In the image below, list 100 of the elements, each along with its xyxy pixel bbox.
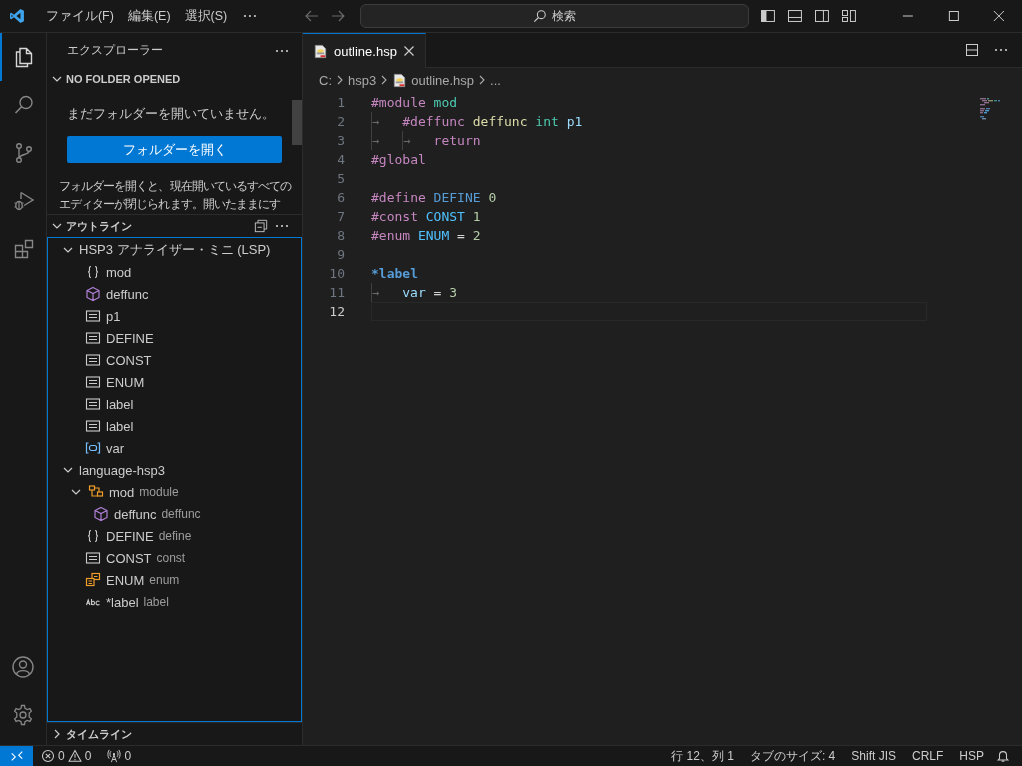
line-number: 12 <box>328 304 345 319</box>
outline-detail: label <box>143 595 169 609</box>
code-token: *label <box>371 266 418 281</box>
app-logo-icon <box>9 8 25 24</box>
outline-item[interactable]: CONST <box>48 349 301 371</box>
outline-item[interactable]: *label label <box>48 591 301 613</box>
status-item[interactable]: CRLF <box>903 749 952 763</box>
section-title: タイムライン <box>66 726 132 742</box>
outline-item[interactable]: mod module <box>48 481 301 503</box>
outline-item[interactable]: label <box>48 393 301 415</box>
line-number: 4 <box>336 152 345 167</box>
outline-label: CONST <box>106 550 152 566</box>
chevron-icon <box>336 74 344 86</box>
outline-detail: const <box>156 551 186 565</box>
breadcrumb[interactable]: outline.hsp <box>411 72 475 88</box>
remote-button[interactable] <box>0 746 33 766</box>
breadcrumb[interactable]: ... <box>490 72 501 88</box>
forward-arrow-icon[interactable] <box>329 8 346 24</box>
split-editor-icon[interactable] <box>964 42 980 58</box>
editor-tab[interactable]: outline.hsp <box>303 33 426 68</box>
outline-label: mod <box>109 484 135 500</box>
outline-item[interactable]: DEFINE define <box>48 525 301 547</box>
tab-marker: → <box>403 134 411 148</box>
sidebar-layout-icon[interactable] <box>760 8 777 24</box>
problems-status[interactable]: 0 0 <box>33 749 100 763</box>
status-item[interactable]: 行 12、列 1 <box>663 747 742 765</box>
line-number: 9 <box>336 247 345 262</box>
close-icon[interactable] <box>402 45 415 57</box>
ports-count: 0 <box>124 749 132 763</box>
section-header[interactable]: アウトライン <box>47 214 302 237</box>
ports-status[interactable]: 0 <box>99 749 140 763</box>
status-item[interactable]: HSP <box>951 749 992 763</box>
extensions-icon <box>12 237 36 261</box>
section-header[interactable]: NO FOLDER OPENED <box>47 68 302 90</box>
section-header[interactable]: タイムライン <box>47 722 302 745</box>
code-token: #const <box>371 209 418 224</box>
braces-icon <box>85 264 101 280</box>
tab-marker: → <box>372 286 380 300</box>
collapse-all-icon[interactable] <box>254 219 268 233</box>
outline-item[interactable]: deffunc deffunc <box>48 503 301 525</box>
status-item[interactable]: Shift JIS <box>843 749 904 763</box>
outline-detail: module <box>139 485 179 499</box>
outline-item[interactable]: HSP3 アナライザー・ミニ (LSP) <box>48 239 301 261</box>
menu-item[interactable]: 選択(S) <box>177 7 235 25</box>
settings-icon[interactable] <box>11 703 35 727</box>
run-debug-icon <box>12 189 36 213</box>
code-token: #module <box>371 95 426 110</box>
line-number: 10 <box>328 266 345 281</box>
account-icon[interactable] <box>11 655 35 679</box>
scrollbar-thumb[interactable] <box>292 100 302 145</box>
breadcrumb[interactable]: hsp3 <box>348 72 377 88</box>
field-icon <box>85 308 101 324</box>
outline-label: language-hsp3 <box>79 462 166 478</box>
code-token: = <box>433 285 442 300</box>
open-folder-button[interactable]: フォルダーを開く <box>67 136 282 163</box>
outline-item[interactable]: mod <box>48 261 301 283</box>
code-token: = <box>457 228 465 243</box>
code-token: #enum <box>371 228 411 243</box>
code-token: return <box>433 133 481 148</box>
section-title: NO FOLDER OPENED <box>66 73 181 85</box>
code-token: #define <box>371 190 426 205</box>
outline-label: ENUM <box>106 374 145 390</box>
line-number: 5 <box>336 171 345 186</box>
menu-item[interactable]: ファイル(F) <box>38 7 121 25</box>
menu-item[interactable]: 編集(E) <box>120 7 178 25</box>
outline-item[interactable]: CONST const <box>48 547 301 569</box>
description-text: フォルダーを開くと、現在開いているすべてのエディターが閉じられます。開いたままにす <box>59 178 293 213</box>
panel-layout-icon[interactable] <box>787 8 804 24</box>
outline-item[interactable]: p1 <box>48 305 301 327</box>
outline-label: deffunc <box>114 506 157 522</box>
secondary-sidebar-icon[interactable] <box>814 8 831 24</box>
search-icon <box>533 9 547 23</box>
outline-item[interactable]: language-hsp3 <box>48 459 301 481</box>
outline-item[interactable]: var <box>48 437 301 459</box>
outline-label: mod <box>106 264 132 280</box>
status-item[interactable]: タブのサイズ: 4 <box>741 747 844 765</box>
outline-item[interactable]: DEFINE <box>48 327 301 349</box>
line-number: 3 <box>336 133 345 148</box>
outline-item[interactable]: label <box>48 415 301 437</box>
breadcrumb[interactable]: C: <box>319 72 332 88</box>
chevron-icon <box>380 74 389 86</box>
outline-label: DEFINE <box>106 330 154 346</box>
line-number: 8 <box>336 228 345 243</box>
outline-item[interactable]: ENUM enum <box>48 569 301 591</box>
chevron-icon <box>478 74 487 86</box>
code-token: var <box>402 285 426 300</box>
layout-grid-icon[interactable] <box>841 8 857 24</box>
warning-icon <box>67 749 82 763</box>
cube-icon <box>93 506 109 522</box>
empty-message: まだフォルダーを開いていません。 <box>67 105 276 123</box>
file-icon <box>313 43 328 59</box>
outline-item[interactable]: deffunc <box>48 283 301 305</box>
back-arrow-icon[interactable] <box>303 8 320 24</box>
antenna-icon <box>107 749 122 763</box>
outline-item[interactable]: ENUM <box>48 371 301 393</box>
line-number: 11 <box>328 285 345 300</box>
braces-icon <box>85 528 101 544</box>
bell-icon[interactable] <box>996 749 1010 763</box>
outline-label: HSP3 アナライザー・ミニ (LSP) <box>79 241 271 259</box>
search-field[interactable]: 検索 <box>359 4 750 28</box>
